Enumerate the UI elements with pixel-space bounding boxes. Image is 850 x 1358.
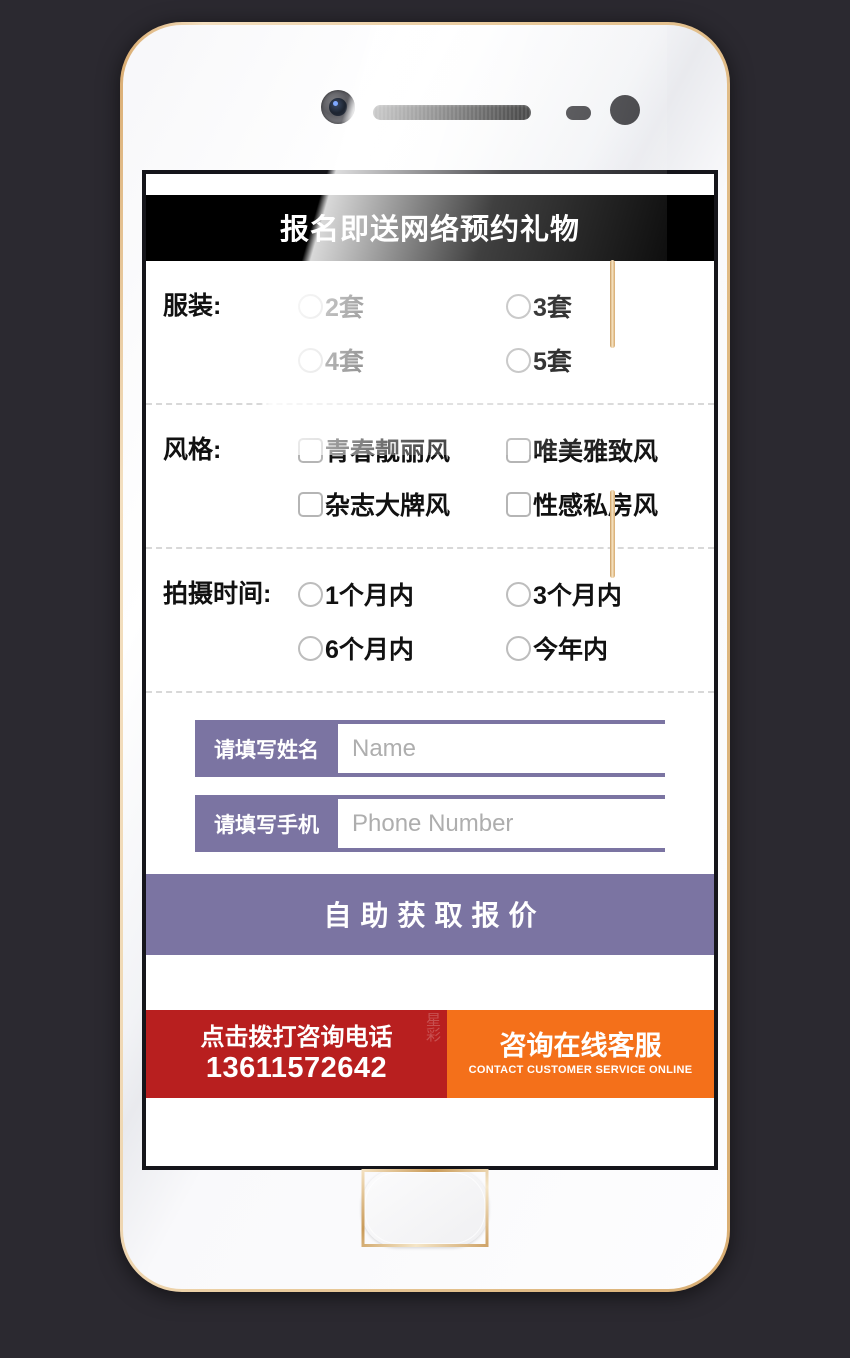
phone-field-row: 请填写手机 [195,795,676,852]
radio-icon[interactable] [506,635,531,661]
phone-body: 报名即送网络预约礼物 服装: 2套 3套 4套 5套 风格: 青春靓丽风 唯美雅… [123,25,727,1289]
checkbox-icon[interactable] [506,491,531,517]
checkbox-icon[interactable] [298,437,323,463]
radio-icon[interactable] [506,581,531,607]
option-label: 唯美雅致风 [533,438,659,466]
option-clothing-4[interactable]: 4套 [298,333,506,387]
section-clothing: 服装: 2套 3套 4套 5套 [146,261,714,405]
option-clothing-2[interactable]: 2套 [298,279,506,333]
radio-icon[interactable] [506,347,531,373]
checkbox-icon[interactable] [298,491,323,517]
option-label: 3套 [533,294,572,322]
option-time-1month[interactable]: 1个月内 [298,567,506,621]
option-label: 6个月内 [325,636,414,664]
option-label: 今年内 [533,636,609,664]
option-label: 2套 [325,294,364,322]
radio-icon[interactable] [506,293,531,319]
get-quote-button[interactable]: 自助获取报价 [146,874,714,955]
section-label-shooting-time: 拍摄时间: [163,580,272,608]
camera-icon [321,90,355,124]
phone-screen: 报名即送网络预约礼物 服装: 2套 3套 4套 5套 风格: 青春靓丽风 唯美雅… [142,170,718,1170]
option-time-this-year[interactable]: 今年内 [506,621,714,675]
option-label: 青春靓丽风 [325,438,451,466]
phone-frame: 报名即送网络预约礼物 服装: 2套 3套 4套 5套 风格: 青春靓丽风 唯美雅… [120,22,730,1292]
radio-icon[interactable] [298,347,323,373]
option-label: 性感私房风 [533,492,659,520]
checkbox-icon[interactable] [506,437,531,463]
content-spacer [146,955,714,1010]
options-grid-style: 青春靓丽风 唯美雅致风 杂志大牌风 性感私房风 [298,423,714,531]
phone-input[interactable] [338,799,676,848]
proximity-sensor-icon [566,106,591,120]
radio-icon[interactable] [298,581,323,607]
section-shooting-time: 拍摄时间: 1个月内 3个月内 6个月内 今年内 [146,549,714,693]
option-label: 5套 [533,348,572,376]
call-button-phone-number: 13611572642 [205,1052,388,1084]
speaker-grille-icon [373,105,531,120]
option-style-elegant[interactable]: 唯美雅致风 [506,423,714,477]
option-label: 杂志大牌风 [325,492,451,520]
page-title: 报名即送网络预约礼物 [146,195,714,261]
option-style-youthful[interactable]: 青春靓丽风 [298,423,506,477]
online-service-title: 咨询在线客服 [499,1030,662,1061]
radio-icon[interactable] [298,293,323,319]
volume-down-button[interactable] [610,490,615,578]
screen-content: 报名即送网络预约礼物 服装: 2套 3套 4套 5套 风格: 青春靓丽风 唯美雅… [146,174,714,1166]
name-field-label: 请填写姓名 [214,738,319,762]
input-area: 请填写姓名 请填写手机 [146,693,714,874]
volume-up-button[interactable] [610,260,615,348]
options-grid-clothing: 2套 3套 4套 5套 [298,279,714,387]
section-style: 风格: 青春靓丽风 唯美雅致风 杂志大牌风 性感私房风 [146,405,714,549]
option-label: 3个月内 [533,582,622,610]
home-button-icon[interactable] [361,1169,489,1247]
light-sensor-icon [610,95,640,125]
radio-icon[interactable] [298,635,323,661]
call-button-title: 点击拨打咨询电话 [200,1024,393,1051]
option-label: 1个月内 [325,582,414,610]
option-time-6months[interactable]: 6个月内 [298,621,506,675]
status-strip [146,174,714,195]
section-label-style: 风格: [163,436,222,464]
option-style-magazine[interactable]: 杂志大牌风 [298,477,506,531]
online-service-subtitle: CONTACT CUSTOMER SERVICE ONLINE [468,1063,693,1076]
contact-bar: 点击拨打咨询电话 13611572642 星彩 咨询在线客服 CONTACT C… [146,1010,714,1098]
watermark-text: 星彩 [424,1012,442,1042]
name-field-row: 请填写姓名 [195,720,676,777]
option-label: 4套 [325,348,364,376]
name-input[interactable] [338,724,676,773]
online-service-button[interactable]: 咨询在线客服 CONTACT CUSTOMER SERVICE ONLINE [447,1010,714,1098]
section-label-clothing: 服装: [163,292,222,320]
phone-field-label: 请填写手机 [214,813,319,837]
options-grid-shooting-time: 1个月内 3个月内 6个月内 今年内 [298,567,714,675]
call-phone-button[interactable]: 点击拨打咨询电话 13611572642 星彩 [146,1010,448,1098]
